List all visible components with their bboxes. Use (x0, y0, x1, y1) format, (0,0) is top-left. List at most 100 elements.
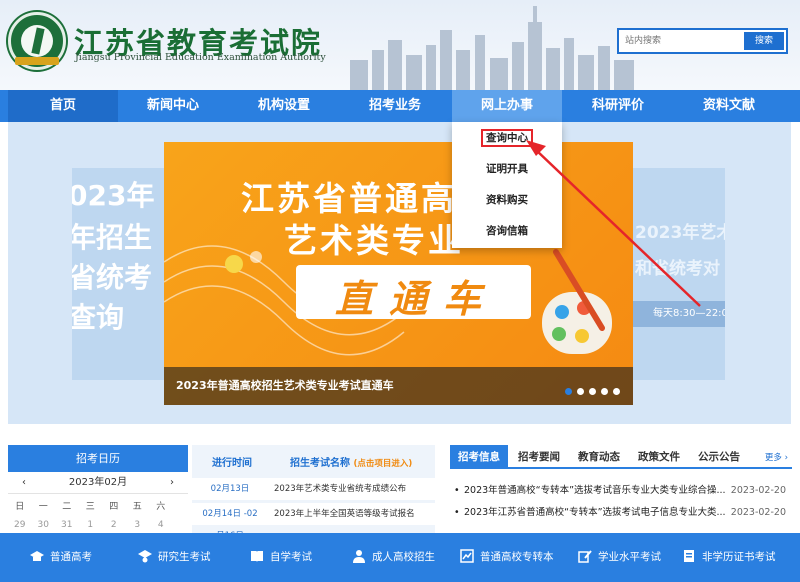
main-nav: 首页 新闻中心 机构设置 招考业务 网上办事 科研评价 资料文献 (0, 90, 800, 122)
link-label: 研究生考试 (158, 551, 211, 563)
dropdown-item-certificate[interactable]: 证明开具 (452, 157, 562, 181)
search-input[interactable] (619, 30, 745, 52)
schedule-date: 02月13日 (210, 484, 250, 494)
tab-admission-news[interactable]: 招考要闻 (510, 445, 568, 469)
banner-prev-slide[interactable]: 023年 年招生 省统考 查询 (72, 168, 164, 380)
main-banner-slide[interactable]: 江苏省普通高 艺术类专业 直通车 2023年普通高校招生艺术类专业考试直通车 (164, 142, 633, 405)
banner-title-line2: 艺术类专业 (284, 221, 464, 260)
calendar-day[interactable]: 31 (55, 518, 79, 532)
dropdown-item-mailbox[interactable]: 咨询信箱 (452, 219, 562, 243)
weekday: 四 (109, 502, 119, 512)
search-button[interactable]: 搜索 (744, 32, 784, 50)
link-label: 自学考试 (270, 551, 312, 563)
calendar-day[interactable]: 30 (32, 518, 56, 532)
banner-prev-text: 查询 (72, 301, 125, 334)
news-title: 2023年江苏省普通高校“专转本”选拔考试电子信息专业大类... (464, 507, 726, 518)
banner-next-text: 2023年艺术 (635, 223, 725, 243)
banner-prev-text: 023年 (72, 179, 155, 212)
tab-policy[interactable]: 政策文件 (630, 445, 688, 469)
calendar-day[interactable]: 4 (149, 518, 173, 532)
bullet-icon: • (454, 507, 460, 518)
slide-dot[interactable] (589, 388, 596, 395)
link-graduate-exam[interactable]: 研究生考试 (138, 533, 211, 582)
banner-prev-text: 省统考 (72, 261, 153, 294)
nav-item-home[interactable]: 首页 (8, 90, 118, 122)
link-non-degree-exam[interactable]: 非学历证书考试 (682, 533, 776, 582)
weekday: 日 (15, 502, 25, 512)
nav-item-documents[interactable]: 资料文献 (674, 90, 784, 122)
weekday: 一 (38, 502, 48, 512)
tab-education-news[interactable]: 教育动态 (570, 445, 628, 469)
calendar-day[interactable]: 2 (102, 518, 126, 532)
weekday: 六 (156, 502, 166, 512)
bullet-icon: • (454, 485, 460, 496)
document-icon (684, 550, 694, 562)
nav-item-admissions[interactable]: 招考业务 (340, 90, 450, 122)
news-tabs: 招考信息 招考要闻 教育动态 政策文件 公示公告 更多 › (450, 445, 792, 469)
schedule-row[interactable]: 02月14日 -02月16日 2023年上半年全国英语等级考试报名 (192, 503, 435, 541)
link-label: 普通高校专转本 (480, 551, 554, 563)
slide-indicators (565, 384, 625, 398)
schedule-name: 2023年上半年全国英语等级考试报名 (274, 509, 415, 519)
news-item[interactable]: • 2023年江苏省普通高校“专转本”选拔考试电子信息专业大类... 2023-… (450, 505, 792, 521)
site-subtitle: Jiangsu Provincial Education Examination… (75, 52, 326, 63)
chart-icon (460, 549, 474, 563)
link-label: 成人高校招生 (372, 551, 435, 563)
book-icon (251, 551, 263, 562)
news-title: 2023年普通高校“专转本”选拔考试音乐专业大类专业综合操... (464, 485, 726, 496)
tab-admission-info[interactable]: 招考信息 (450, 445, 508, 469)
dropdown-item-query-center[interactable]: 查询中心 (452, 126, 562, 150)
banner-title-line1: 江苏省普通高 (241, 179, 457, 218)
banner-next-slide[interactable]: 2023年艺术 和省统考对 每天8:30—22:0 (633, 168, 725, 380)
user-icon (353, 550, 365, 563)
chevron-right-icon[interactable]: › (170, 472, 174, 494)
calendar-weekdays: 日一二三四五六 (8, 494, 188, 516)
calendar-day[interactable]: 1 (79, 518, 103, 532)
link-gaokao[interactable]: 普通高考 (30, 533, 92, 582)
link-upgrade-exam[interactable]: 普通高校专转本 (460, 533, 554, 582)
calendar-month: 2023年02月 (68, 477, 128, 488)
nav-item-organization[interactable]: 机构设置 (229, 90, 339, 122)
slide-dot[interactable] (565, 388, 572, 395)
city-skyline-graphic (350, 6, 634, 90)
slide-dot[interactable] (601, 388, 608, 395)
slide-dot[interactable] (613, 388, 620, 395)
mortarboard-icon (138, 550, 152, 563)
calendar-title: 招考日历 (8, 445, 188, 472)
nav-item-research[interactable]: 科研评价 (563, 90, 673, 122)
weekday: 五 (132, 502, 142, 512)
weekday: 二 (62, 502, 72, 512)
banner-caption[interactable]: 2023年普通高校招生艺术类专业考试直通车 (176, 377, 394, 393)
dropdown-item-purchase[interactable]: 资料购买 (452, 188, 562, 212)
slide-dot[interactable] (577, 388, 584, 395)
quick-links-bar: 普通高考 研究生考试 自学考试 成人高校招生 普通高校专转本 学业水平考试 非学… (0, 533, 800, 582)
calendar-day[interactable]: 29 (8, 518, 32, 532)
more-link[interactable]: 更多 › (765, 451, 788, 463)
banner-title-line3: 直通车 (334, 277, 497, 321)
site-logo[interactable] (8, 12, 66, 70)
calendar-day[interactable]: 3 (126, 518, 150, 532)
chevron-left-icon[interactable]: ‹ (22, 472, 26, 494)
link-self-study-exam[interactable]: 自学考试 (250, 533, 312, 582)
link-proficiency-exam[interactable]: 学业水平考试 (578, 533, 661, 582)
exam-calendar: 招考日历 ‹ 2023年02月 › 日 一 二 三 四 五 六 29 30 31 1 2 3 4 (8, 445, 188, 535)
dropdown-item-label: 查询中心 (481, 129, 533, 147)
banner-prev-text: 年招生 (72, 221, 153, 254)
link-label: 普通高考 (50, 551, 92, 563)
tab-announcements[interactable]: 公示公告 (690, 445, 748, 469)
column-name: 招生考试名称 (点击项目进入) (290, 454, 412, 469)
nav-item-news[interactable]: 新闻中心 (118, 90, 228, 122)
nav-item-online-services[interactable]: 网上办事 (452, 90, 562, 122)
banner-next-text: 和省统考对 (635, 259, 720, 279)
news-item[interactable]: • 2023年普通高校“专转本”选拔考试音乐专业大类专业综合操... 2023-… (450, 483, 792, 499)
calendar-month-bar: ‹ 2023年02月 › (8, 472, 188, 494)
site-header: 江苏省教育考试院 Jiangsu Provincial Education Ex… (0, 0, 800, 90)
link-label: 非学历证书考试 (702, 551, 776, 563)
column-name-label: 招生考试名称 (290, 458, 350, 469)
search-box: 搜索 (617, 28, 788, 54)
service-hours: 每天8:30—22:0 (633, 301, 725, 327)
schedule-row[interactable]: 02月13日 2023年艺术类专业省统考成绩公布 (192, 478, 435, 500)
link-adult-admission[interactable]: 成人高校招生 (352, 533, 435, 582)
link-label: 学业水平考试 (598, 551, 661, 563)
column-note: (点击项目进入) (353, 459, 413, 469)
